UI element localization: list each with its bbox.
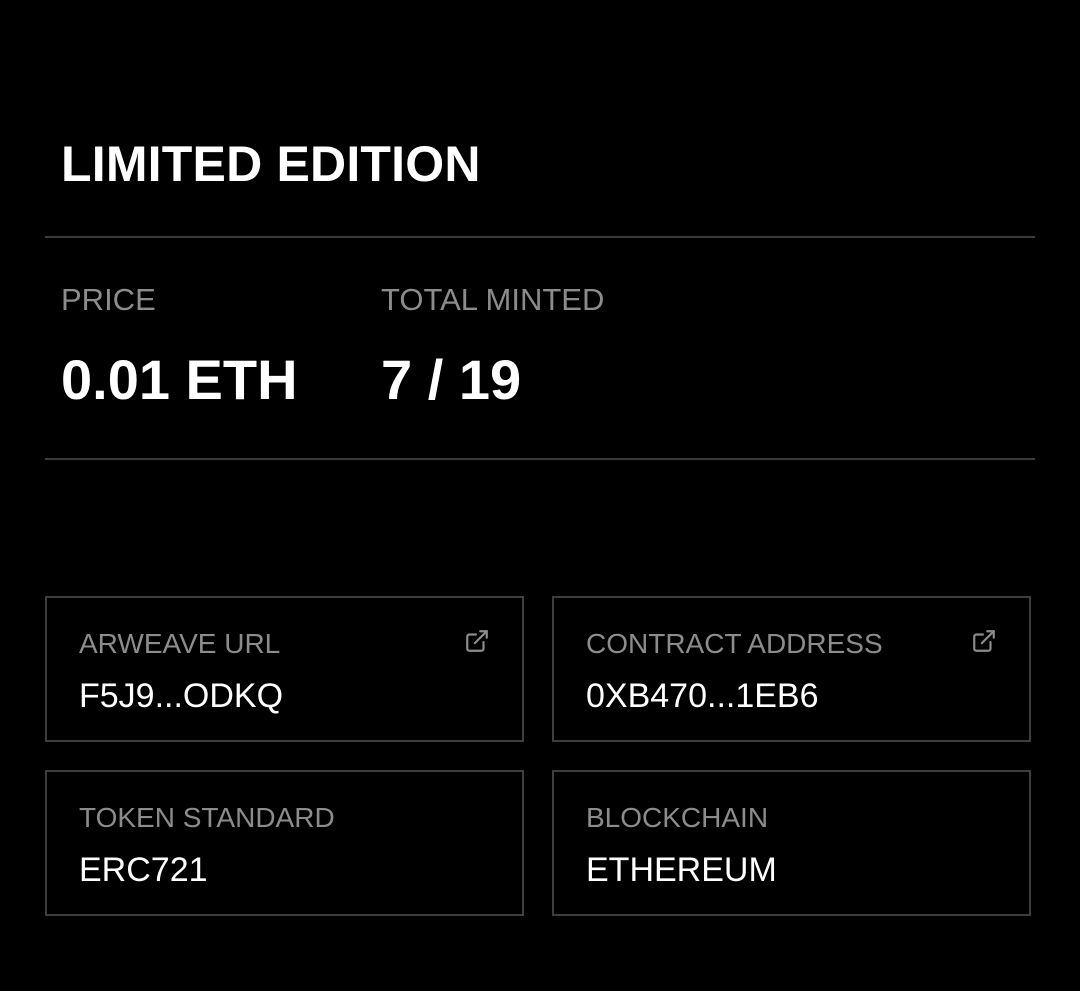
contract-address-label: CONTRACT ADDRESS bbox=[586, 628, 883, 659]
blockchain-card: BLOCKCHAIN ETHEREUM bbox=[552, 770, 1031, 916]
blockchain-label: BLOCKCHAIN bbox=[586, 802, 769, 833]
total-minted-label: TOTAL MINTED bbox=[381, 282, 605, 317]
external-link-icon[interactable] bbox=[464, 628, 490, 654]
total-minted-value: 7 / 19 bbox=[381, 348, 522, 411]
arweave-url-card[interactable]: ARWEAVE URL F5J9...ODKQ bbox=[45, 596, 524, 742]
arweave-url-value[interactable]: F5J9...ODKQ bbox=[79, 676, 283, 716]
token-standard-card: TOKEN STANDARD ERC721 bbox=[45, 770, 524, 916]
external-link-icon[interactable] bbox=[971, 628, 997, 654]
page-title: LIMITED EDITION bbox=[61, 136, 481, 192]
arweave-url-label: ARWEAVE URL bbox=[79, 628, 281, 659]
total-minted-stat: TOTAL MINTED 7 / 19 bbox=[381, 282, 604, 412]
price-label: PRICE bbox=[61, 282, 156, 317]
price-stat: PRICE 0.01 ETH bbox=[61, 282, 298, 412]
token-standard-value: ERC721 bbox=[79, 851, 208, 889]
bottom-divider bbox=[45, 458, 1035, 460]
top-divider bbox=[45, 236, 1035, 238]
contract-address-value[interactable]: 0XB470...1EB6 bbox=[586, 676, 819, 716]
contract-address-card[interactable]: CONTRACT ADDRESS 0XB470...1EB6 bbox=[552, 596, 1031, 742]
edition-details-panel: LIMITED EDITION PRICE 0.01 ETH TOTAL MIN… bbox=[0, 0, 1080, 991]
blockchain-value: ETHEREUM bbox=[586, 851, 777, 889]
price-value: 0.01 ETH bbox=[61, 348, 298, 411]
token-standard-label: TOKEN STANDARD bbox=[79, 802, 335, 833]
